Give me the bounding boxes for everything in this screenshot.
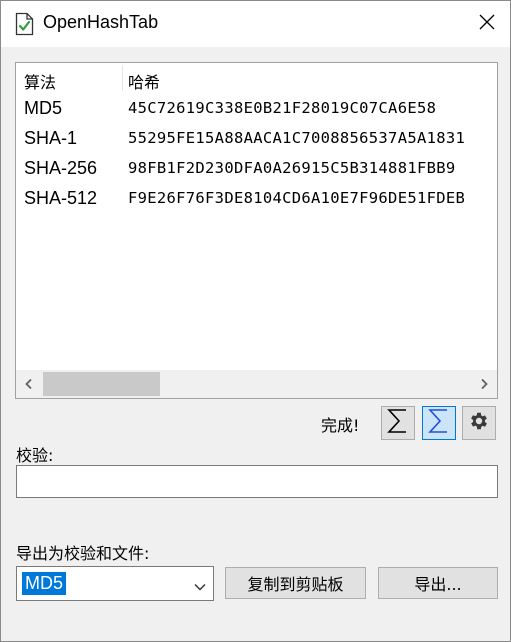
- scroll-right-button[interactable]: [471, 370, 497, 398]
- chevron-down-icon: [193, 578, 207, 591]
- algorithm-select-value: MD5: [22, 572, 67, 595]
- settings-button[interactable]: [462, 406, 496, 440]
- scroll-left-button[interactable]: [16, 370, 42, 398]
- algorithm-select[interactable]: MD5: [16, 566, 214, 601]
- sum-button[interactable]: [381, 406, 415, 440]
- scroll-thumb[interactable]: [43, 372, 160, 396]
- column-divider[interactable]: [122, 65, 123, 91]
- horizontal-scrollbar[interactable]: [16, 370, 497, 398]
- gear-icon: [468, 410, 490, 436]
- algorithm-cell: SHA-512: [24, 188, 98, 208]
- verify-input[interactable]: [16, 465, 498, 498]
- hash-list[interactable]: 算法 哈希 MD5 45C72619C338E0B21F28019C07CA6E…: [15, 62, 498, 399]
- hash-cell: 55295FE15A88AACA1C7008856537A5A1831: [128, 129, 466, 147]
- chevron-right-icon: [479, 375, 489, 394]
- hash-row-md5[interactable]: MD5 45C72619C338E0B21F28019C07CA6E58: [16, 94, 497, 124]
- algorithm-cell: MD5: [24, 98, 63, 118]
- status-text: 完成!: [321, 416, 360, 435]
- hash-cell: 98FB1F2D230DFA0A26915C5B314881FBB9: [128, 159, 456, 177]
- list-header: 算法 哈希: [16, 63, 497, 93]
- close-button[interactable]: [463, 1, 510, 47]
- sigma-icon: [386, 408, 410, 438]
- hash-row-sha512[interactable]: SHA-512 F9E26F76F3DE8104CD6A10E7F96DE51F…: [16, 184, 497, 214]
- algorithm-cell: SHA-1: [24, 128, 78, 148]
- column-header-algorithm[interactable]: 算法: [24, 69, 56, 93]
- sigma-blue-icon: [427, 408, 451, 438]
- close-icon: [479, 14, 495, 34]
- window-title: OpenHashTab: [43, 12, 159, 32]
- copy-to-clipboard-button[interactable]: 复制到剪贴板: [225, 567, 366, 599]
- hash-row-sha1[interactable]: SHA-1 55295FE15A88AACA1C7008856537A5A183…: [16, 124, 497, 154]
- export-label: 导出为校验和文件:: [16, 544, 150, 563]
- hash-cell: 45C72619C338E0B21F28019C07CA6E58: [128, 99, 437, 117]
- openhashtab-window: OpenHashTab 算法 哈希 MD5 45C72619C338E0B21F…: [0, 0, 511, 642]
- export-button[interactable]: 导出...: [378, 567, 498, 599]
- chevron-left-icon: [24, 375, 34, 394]
- column-header-hash[interactable]: 哈希: [128, 69, 160, 93]
- title-bar: OpenHashTab: [1, 1, 510, 47]
- algorithm-cell: SHA-256: [24, 158, 98, 178]
- hash-row-sha256[interactable]: SHA-256 98FB1F2D230DFA0A26915C5B314881FB…: [16, 154, 497, 184]
- verify-label: 校验:: [16, 446, 54, 465]
- document-check-icon: [15, 12, 34, 36]
- sum-alt-button[interactable]: [422, 406, 456, 440]
- hash-cell: F9E26F76F3DE8104CD6A10E7F96DE51FDEB: [128, 189, 466, 207]
